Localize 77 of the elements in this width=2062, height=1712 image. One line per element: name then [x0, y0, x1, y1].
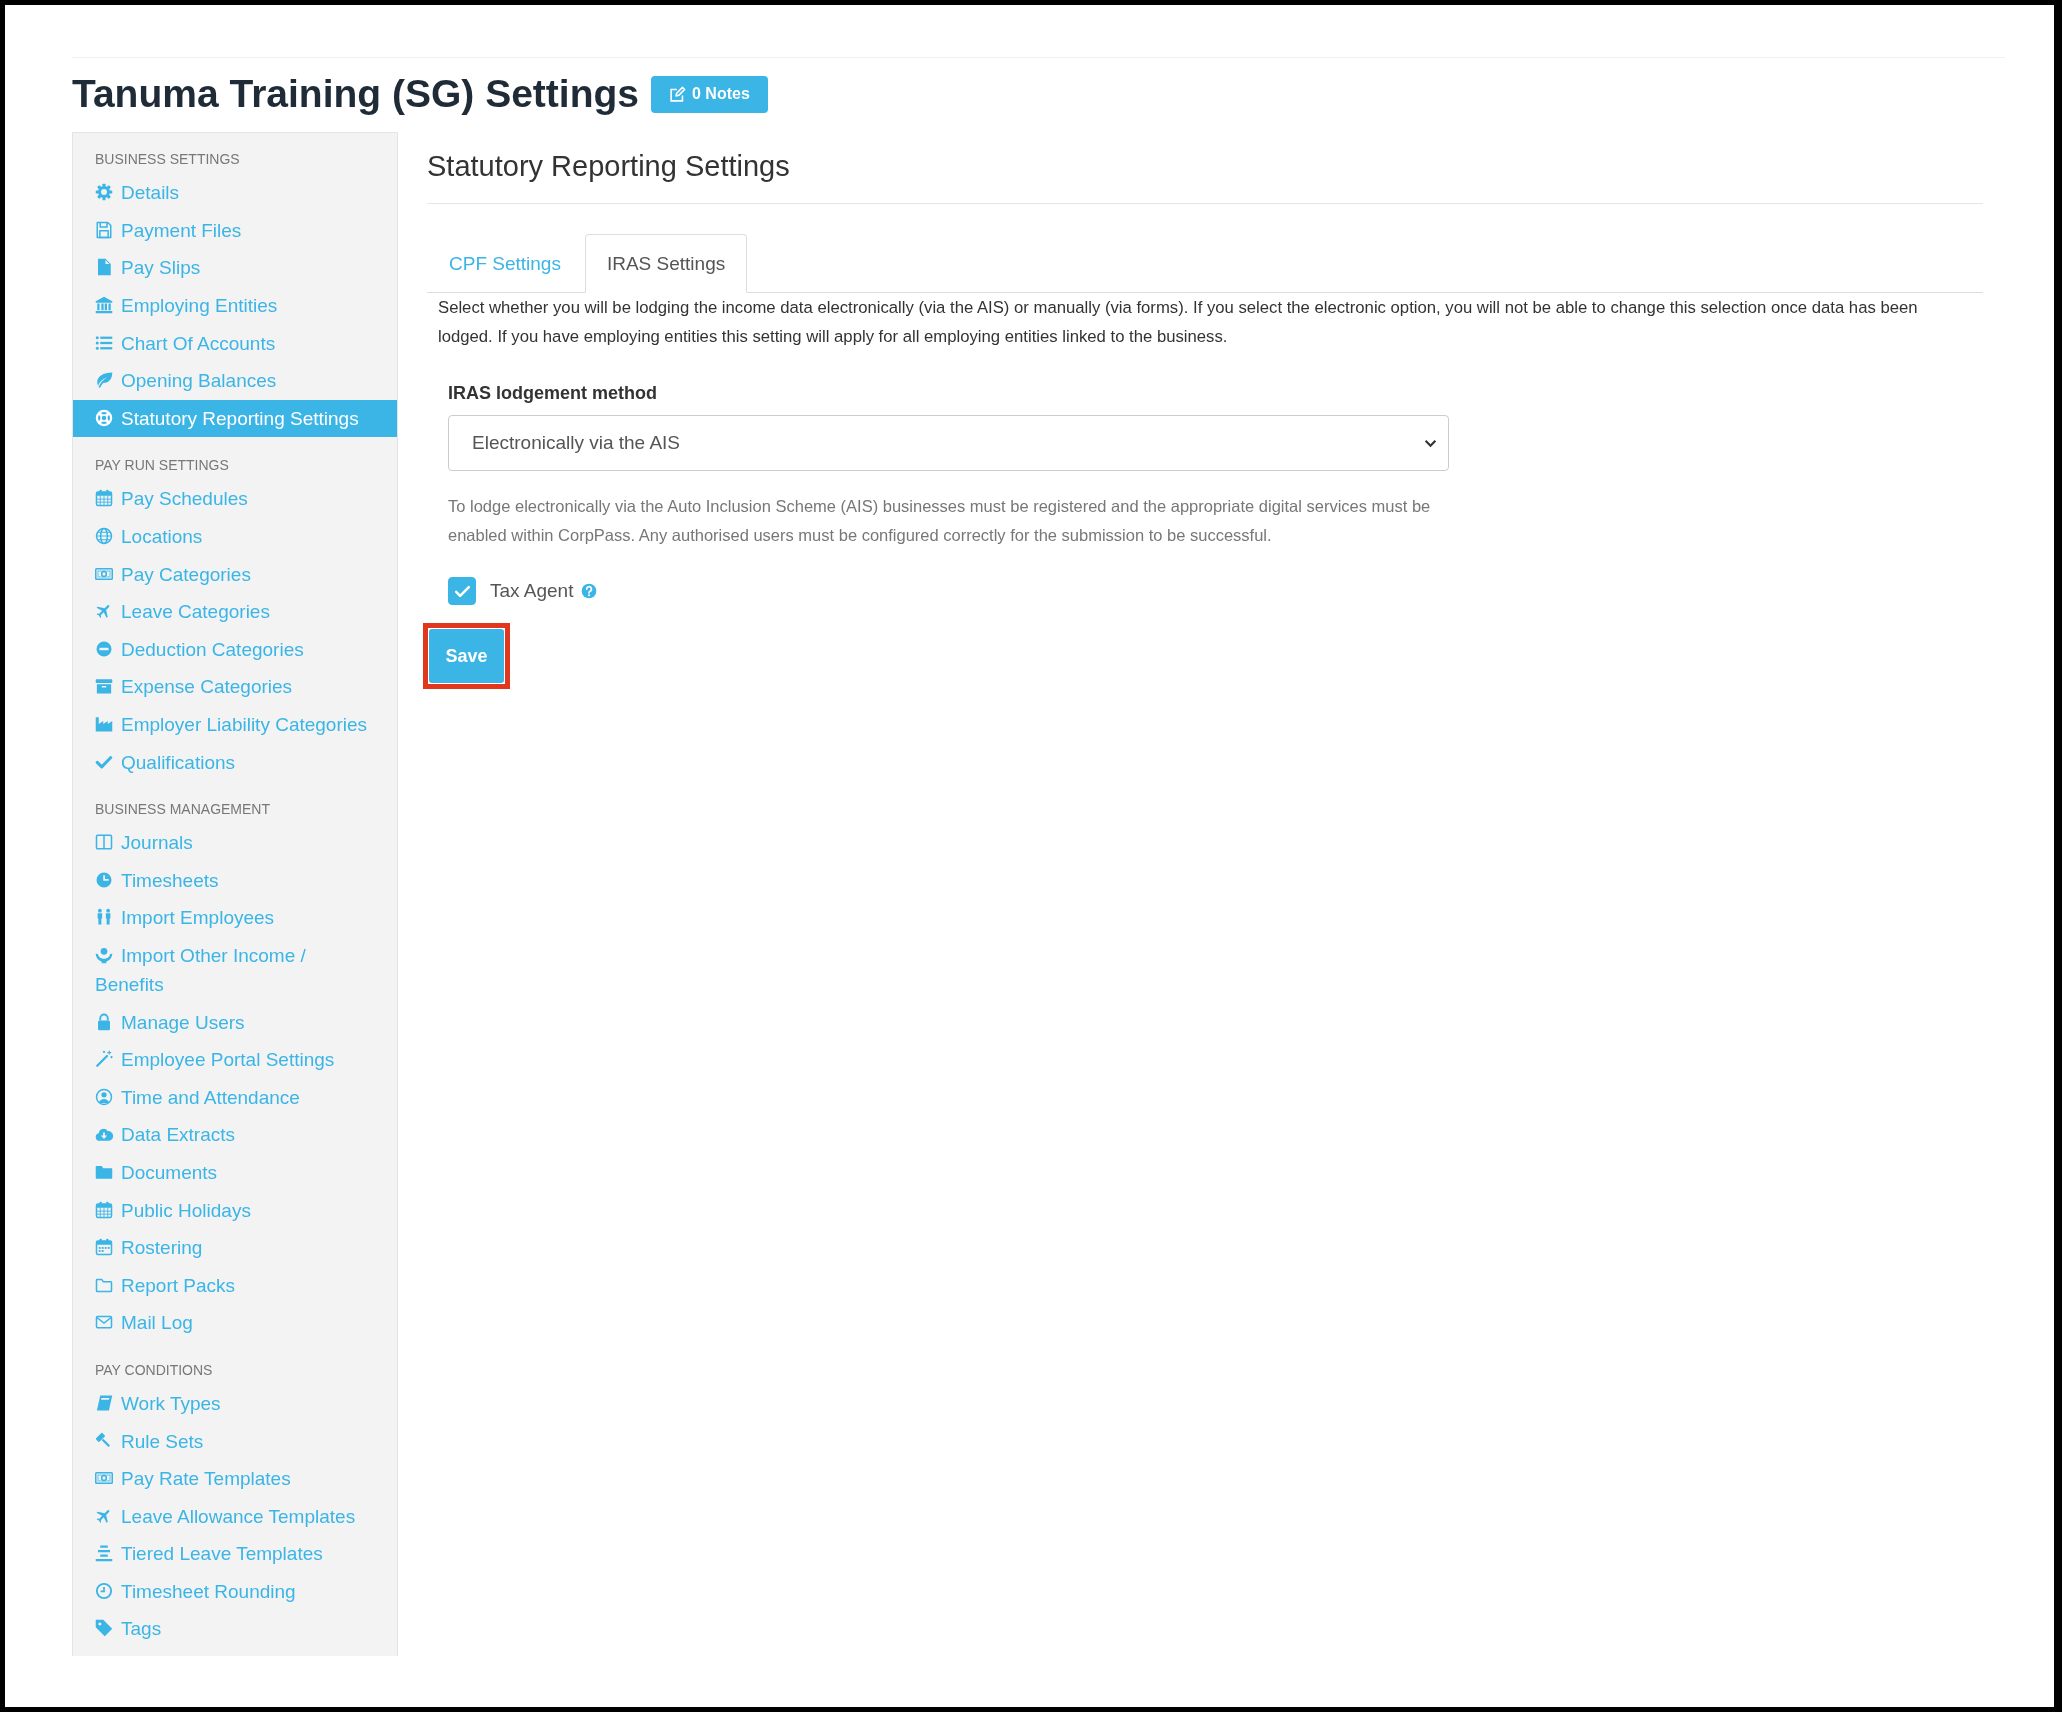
sidebar-section-heading: PAY RUN SETTINGS	[94, 456, 230, 476]
gavel-icon	[95, 1431, 113, 1450]
tab[interactable]: IRAS Settings	[584, 234, 748, 293]
tax-agent-checkbox[interactable]	[448, 577, 476, 605]
magic-wand-icon	[95, 1050, 113, 1069]
notes-button[interactable]: 0 Notes	[651, 75, 768, 113]
section-title: Statutory Reporting Settings	[427, 148, 1983, 204]
lock-icon	[95, 1012, 113, 1031]
help-text: To lodge electronically via the Auto Inclusion Scheme (AIS) businesses must be registered and the appropriate digital services must be enabled within CorpPass. Any authorised users must be configured correctly for the submission to be successful.	[448, 496, 1432, 546]
sidebar-item[interactable]: Payment Files	[73, 211, 397, 250]
sidebar-item[interactable]: Rule Sets	[73, 1422, 397, 1460]
factory-icon	[95, 715, 113, 733]
sidebar-section-heading: BUSINESS SETTINGS	[94, 150, 241, 169]
edit-icon	[669, 85, 686, 103]
calendar-icon	[95, 1238, 113, 1257]
sidebar-item[interactable]: Pay Categories	[73, 555, 397, 593]
sidebar-item[interactable]: Employer Liability Categories	[73, 705, 397, 744]
sidebar-item[interactable]: Pay Rate Templates	[73, 1459, 397, 1498]
field-label: IRAS lodgement method	[448, 382, 658, 405]
sidebar-item[interactable]: Journals	[73, 823, 397, 862]
sidebar-item[interactable]: Opening Balances	[73, 361, 397, 400]
sidebar-item[interactable]: Leave Categories	[73, 592, 397, 631]
people-icon	[95, 908, 113, 927]
sidebar-item[interactable]: Data Extracts	[73, 1116, 397, 1154]
sidebar-item[interactable]: Manage Users	[73, 1003, 397, 1041]
document-icon	[95, 258, 113, 277]
leaf-icon	[95, 371, 113, 390]
sidebar-item[interactable]: Pay Slips	[73, 249, 397, 287]
bank-building-icon	[95, 296, 113, 315]
sidebar-item[interactable]: Mail Log	[73, 1304, 397, 1342]
book-icon	[95, 1393, 113, 1412]
sidebar-item[interactable]: Time and Attendance	[73, 1078, 397, 1117]
sidebar-item[interactable]: Timesheet Rounding	[73, 1572, 397, 1611]
clock-icon	[95, 870, 113, 889]
sidebar-item[interactable]: Pay Schedules	[73, 480, 397, 518]
page-title: Tanuma Training (SG) Settings	[72, 71, 639, 117]
help-icon[interactable]	[581, 583, 598, 599]
sidebar-item[interactable]: Import Employees	[73, 899, 397, 937]
sidebar-item[interactable]: Public Holidays	[73, 1191, 397, 1229]
sidebar-item[interactable]: Chart Of Accounts	[73, 324, 397, 362]
sidebar-item[interactable]: Leave Allowance Templates	[73, 1497, 397, 1535]
lodgement-method-select[interactable]: Electronically via the AIS	[448, 415, 1449, 471]
sidebar-item[interactable]: Qualifications	[73, 743, 397, 781]
clock-icon	[95, 1581, 113, 1600]
person-in-hands-icon	[95, 946, 113, 964]
gear-icon	[95, 183, 113, 202]
description-text: Select whether you will be lodging the income data electronically (via the AIS) or manually (via forms). If you select the electronic option, you will not be able to change this selection once data has been lodged. If you have employing entities this setting will apply for all employing entities linked to the business.	[437, 297, 1919, 348]
archive-box-icon	[95, 677, 113, 696]
list-icon	[95, 333, 113, 352]
sidebar-item[interactable]: Tiered Leave Templates	[73, 1535, 397, 1573]
sidebar-item[interactable]: Work Types	[73, 1384, 397, 1423]
sidebar-item[interactable]: Report Packs	[73, 1266, 397, 1305]
user-circle-icon	[95, 1087, 113, 1106]
sidebar-item[interactable]: Tags	[73, 1610, 397, 1648]
checkbox-label: Tax Agent	[490, 580, 574, 602]
globe-icon	[95, 527, 113, 546]
tiered-lines-icon	[95, 1544, 113, 1563]
sidebar-item[interactable]: Documents	[73, 1153, 397, 1192]
sidebar-item[interactable]: Timesheets	[73, 861, 397, 900]
tab[interactable]: CPF Settings	[427, 234, 583, 293]
sidebar-item[interactable]: Expense Categories	[73, 668, 397, 706]
sidebar-item[interactable]: Employing Entities	[73, 286, 397, 325]
sidebar-section-heading: BUSINESS MANAGEMENT	[94, 799, 272, 819]
sidebar-item[interactable]: Locations	[73, 517, 397, 556]
sidebar-item[interactable]: Statutory Reporting Settings	[73, 399, 397, 438]
save-button[interactable]: Save	[429, 629, 504, 683]
two-column-icon	[95, 833, 113, 852]
sidebar-section-heading: PAY CONDITIONS	[94, 1360, 214, 1380]
calendar-icon	[95, 489, 113, 508]
tag-icon	[95, 1619, 113, 1638]
sidebar-item[interactable]: Employee Portal Settings	[73, 1040, 397, 1079]
sidebar-item[interactable]: Details	[73, 174, 397, 212]
sidebar-item[interactable]: Rostering	[73, 1228, 397, 1267]
sidebar-item[interactable]: Import Other Income / Benefits	[73, 936, 397, 1004]
calendar-icon	[95, 1200, 113, 1219]
life-ring-icon	[95, 408, 113, 427]
sidebar-item[interactable]: Deduction Categories	[73, 630, 397, 669]
